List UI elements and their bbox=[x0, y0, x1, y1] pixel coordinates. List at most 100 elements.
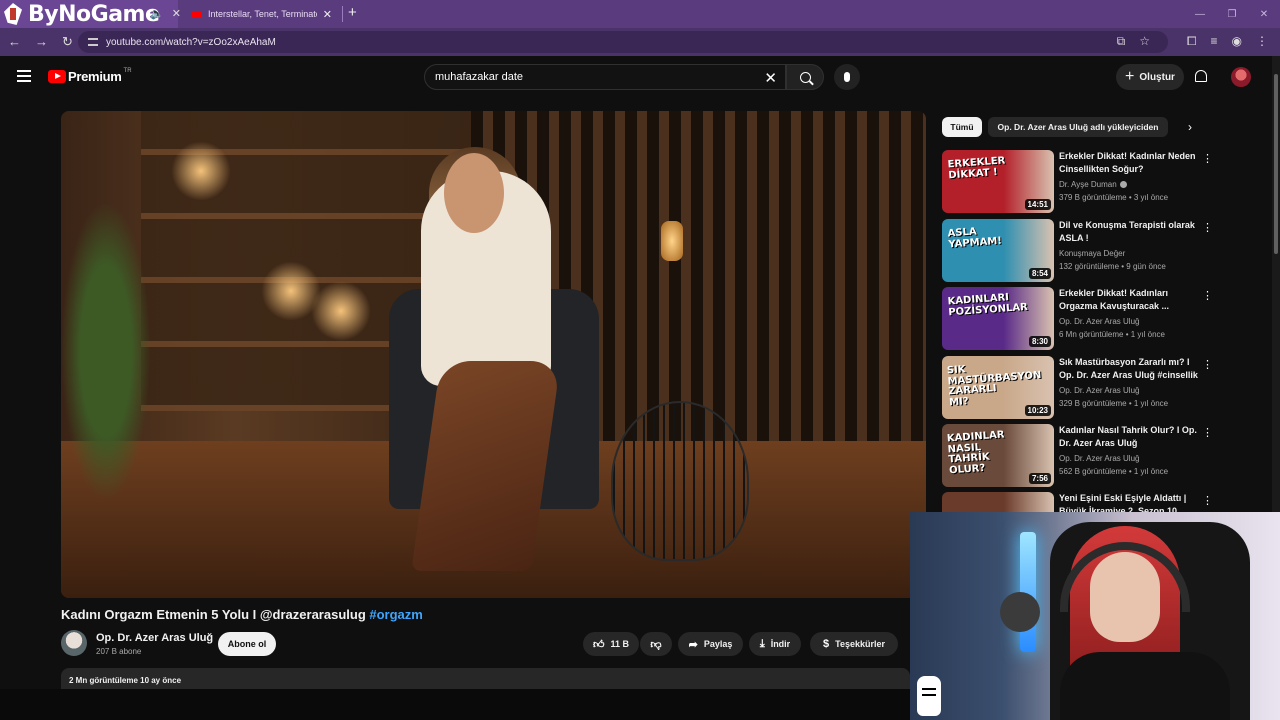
share-arrow-icon: ➦ bbox=[688, 638, 698, 651]
like-button[interactable]: 👍︎ 11 B bbox=[583, 632, 639, 656]
video-title-text: Kadını Orgazm Etmenin 5 Yolu I @drazerar… bbox=[61, 607, 366, 622]
url-text[interactable]: youtube.com/watch?v=zOo2xAeAhaM bbox=[106, 37, 276, 48]
close-window-icon[interactable]: ✕ bbox=[1248, 9, 1280, 20]
recommendation-channel-name[interactable]: Dr. Ayşe Duman bbox=[1059, 180, 1117, 189]
recommendation-channel[interactable]: Op. Dr. Azer Aras Uluğ bbox=[1059, 317, 1139, 326]
nav-buttons: ← → ↻ bbox=[8, 34, 73, 50]
recommendation-channel[interactable]: Dr. Ayşe Duman bbox=[1059, 180, 1127, 189]
voice-search-button[interactable] bbox=[834, 64, 860, 90]
video-hashtag-link[interactable]: #orgazm bbox=[369, 607, 422, 622]
extensions-icon[interactable]: ⧠ bbox=[1187, 34, 1197, 49]
search-button[interactable] bbox=[786, 64, 824, 90]
recommendation-channel-name[interactable]: Op. Dr. Azer Aras Uluğ bbox=[1059, 454, 1139, 463]
back-icon[interactable]: ← bbox=[8, 34, 21, 50]
youtube-premium-logo[interactable]: Premium TR bbox=[48, 68, 132, 84]
recommendation-meta: 6 Mn görüntüleme • 1 yıl önce bbox=[1059, 330, 1165, 339]
extension-icons: ⧠ ≡ ◉ ⋮ bbox=[1187, 34, 1268, 49]
subscriber-count: 207 B abone bbox=[96, 647, 142, 656]
close-tab-icon[interactable]: ✕ bbox=[172, 7, 181, 20]
recommendation-channel[interactable]: Op. Dr. Azer Aras Uluğ bbox=[1059, 454, 1139, 463]
search-icon bbox=[799, 71, 811, 83]
recommendation-title[interactable]: Erkekler Dikkat! Kadınları Orgazma Kavuş… bbox=[1059, 287, 1199, 313]
profile-icon[interactable]: ◉ bbox=[1232, 34, 1242, 49]
dislike-button[interactable]: 👎︎ bbox=[640, 632, 672, 656]
maximize-icon[interactable]: ❐ bbox=[1216, 9, 1248, 20]
recommendation-channel-name[interactable]: Op. Dr. Azer Aras Uluğ bbox=[1059, 386, 1139, 395]
browser-tab[interactable]: Interstellar, Tenet, Terminator: H ✕ bbox=[184, 3, 340, 25]
recommendation-item[interactable]: KADINLARI POZİSYONLAR 8:30 Erkekler Dikkat… bbox=[942, 287, 1213, 351]
browser-tab-bar: ByNoGame 🔈 ✕ Interstellar, Tenet, Termin… bbox=[0, 0, 1280, 28]
account-avatar[interactable] bbox=[1231, 67, 1251, 87]
minimize-icon[interactable]: — bbox=[1184, 9, 1216, 20]
more-options-icon[interactable]: ⋮ bbox=[1202, 358, 1213, 371]
recommendation-channel[interactable]: Konuşmaya Değer bbox=[1059, 249, 1125, 258]
channel-name[interactable]: Op. Dr. Azer Aras Uluğ bbox=[96, 632, 213, 644]
speaker-icon[interactable]: 🔈 bbox=[150, 7, 164, 20]
youtube-header: Premium TR muhafazakar date ✕ + Oluştur bbox=[0, 56, 1272, 98]
video-frame-side-table bbox=[611, 401, 749, 561]
recommendation-title[interactable]: Kadınlar Nasıl Tahrik Olur? I Op. Dr. Az… bbox=[1059, 424, 1199, 450]
recommendation-meta: 562 B görüntüleme • 1 yıl önce bbox=[1059, 467, 1169, 476]
thumbnail-text: SIK MASTÜRBASYON ZARARLI MI? bbox=[946, 364, 1042, 408]
view-stats: 2 Mn görüntüleme 10 ay önce bbox=[69, 676, 182, 685]
video-thumbnail[interactable]: ERKEKLER DİKKAT ! 14:51 bbox=[942, 150, 1054, 213]
streamer-webcam-overlay bbox=[910, 512, 1280, 720]
install-app-icon[interactable]: ⧉ bbox=[1117, 34, 1126, 49]
recommendation-title[interactable]: Erkekler Dikkat! Kadınlar Neden Cinselli… bbox=[1059, 150, 1199, 176]
share-button[interactable]: ➦ Paylaş bbox=[678, 632, 743, 656]
video-player[interactable] bbox=[61, 111, 926, 598]
more-options-icon[interactable]: ⋮ bbox=[1202, 494, 1213, 507]
hamburger-menu-icon[interactable] bbox=[17, 70, 31, 85]
chevron-right-icon[interactable]: › bbox=[1188, 120, 1192, 134]
media-controls-icon[interactable]: ≡ bbox=[1211, 34, 1218, 49]
recommendation-item[interactable]: ASLA YAPMAM! 8:54 Dil ve Konuşma Terapisti… bbox=[942, 219, 1213, 283]
reload-icon[interactable]: ↻ bbox=[62, 34, 73, 50]
url-bar[interactable]: youtube.com/watch?v=zOo2xAeAhaM bbox=[78, 31, 1168, 53]
thanks-button[interactable]: $ Teşekkürler bbox=[810, 632, 898, 656]
recommendation-meta: 329 B görüntüleme • 1 yıl önce bbox=[1059, 399, 1169, 408]
search-input[interactable]: muhafazakar date ✕ bbox=[424, 64, 786, 90]
forward-icon[interactable]: → bbox=[35, 34, 48, 50]
video-thumbnail[interactable]: KADINLAR NASIL TAHRİK OLUR? 7:56 bbox=[942, 424, 1054, 487]
new-tab-icon[interactable]: + bbox=[348, 4, 357, 21]
chip-from-uploader[interactable]: Op. Dr. Azer Aras Uluğ adlı yükleyiciden bbox=[988, 117, 1168, 137]
video-thumbnail[interactable]: SIK MASTÜRBASYON ZARARLI MI? 10:23 bbox=[942, 356, 1054, 419]
notifications-bell-icon[interactable] bbox=[1195, 70, 1207, 82]
duration-badge: 8:30 bbox=[1028, 336, 1051, 347]
scrollbar-thumb[interactable] bbox=[1274, 74, 1278, 254]
more-options-icon[interactable]: ⋮ bbox=[1202, 221, 1213, 234]
recommendation-title[interactable]: Dil ve Konuşma Terapisti olarak ASLA ! bbox=[1059, 219, 1199, 245]
download-button[interactable]: ⤓ İndir bbox=[749, 632, 801, 656]
recommendation-item[interactable]: SIK MASTÜRBASYON ZARARLI MI? 10:23 Sık Mas… bbox=[942, 356, 1213, 420]
more-options-icon[interactable]: ⋮ bbox=[1202, 152, 1213, 165]
menu-kebab-icon[interactable]: ⋮ bbox=[1256, 34, 1268, 49]
bookmark-star-icon[interactable]: ☆ bbox=[1139, 34, 1150, 49]
tab-close-icon[interactable]: ✕ bbox=[323, 8, 332, 21]
recommendation-meta: 132 görüntüleme • 9 gün önce bbox=[1059, 262, 1166, 271]
subscribe-button[interactable]: Abone ol bbox=[218, 632, 276, 656]
recommendation-item[interactable]: ERKEKLER DİKKAT ! 14:51 Erkekler Dikkat! K… bbox=[942, 150, 1213, 214]
thumbnail-text: KADINLARI POZİSYONLAR bbox=[947, 292, 1029, 318]
brand-logo-icon bbox=[4, 3, 22, 25]
tab-divider bbox=[342, 6, 343, 22]
video-thumbnail[interactable]: ASLA YAPMAM! 8:54 bbox=[942, 219, 1054, 282]
recommendation-title[interactable]: Sık Mastürbasyon Zararlı mı? I Op. Dr. A… bbox=[1059, 356, 1199, 382]
thumbnail-text: ASLA YAPMAM! bbox=[947, 226, 1003, 250]
site-info-icon[interactable] bbox=[88, 38, 98, 46]
thumbnail-text: ERKEKLER DİKKAT ! bbox=[947, 155, 1006, 181]
window-controls: — ❐ ✕ bbox=[1184, 0, 1280, 28]
video-thumbnail[interactable]: KADINLARI POZİSYONLAR 8:30 bbox=[942, 287, 1054, 350]
more-options-icon[interactable]: ⋮ bbox=[1202, 289, 1213, 302]
chip-all[interactable]: Tümü bbox=[942, 117, 982, 137]
recommendation-channel[interactable]: Op. Dr. Azer Aras Uluğ bbox=[1059, 386, 1139, 395]
create-button[interactable]: + Oluştur bbox=[1116, 64, 1184, 90]
recommendation-channel-name[interactable]: Konuşmaya Değer bbox=[1059, 249, 1125, 258]
url-actions: ⧉ ☆ bbox=[1117, 34, 1150, 49]
recommendation-item[interactable]: KADINLAR NASIL TAHRİK OLUR? 7:56 Kadınlar … bbox=[942, 424, 1213, 488]
channel-avatar[interactable] bbox=[61, 630, 87, 656]
more-options-icon[interactable]: ⋮ bbox=[1202, 426, 1213, 439]
clear-search-icon[interactable]: ✕ bbox=[764, 69, 777, 87]
recommendation-channel-name[interactable]: Op. Dr. Azer Aras Uluğ bbox=[1059, 317, 1139, 326]
search-query[interactable]: muhafazakar date bbox=[435, 71, 523, 83]
duration-badge: 7:56 bbox=[1028, 473, 1051, 484]
